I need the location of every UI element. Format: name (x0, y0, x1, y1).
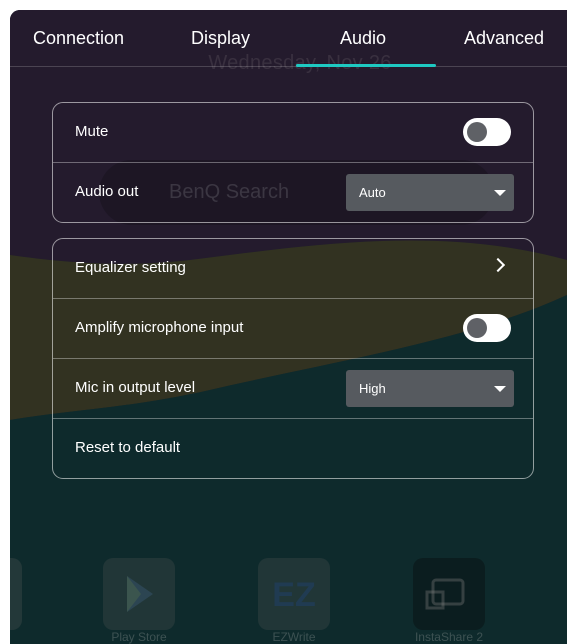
amplify-mic-toggle[interactable] (463, 314, 511, 342)
tab-display[interactable]: Display (191, 28, 250, 49)
caret-down-icon (494, 190, 506, 196)
mic-level-value: High (359, 381, 386, 396)
settings-tab-bar: Connection Display Audio Advanced (10, 10, 567, 67)
amplify-mic-row: Amplify microphone input (53, 298, 533, 358)
tab-advanced[interactable]: Advanced (464, 28, 544, 49)
audio-basic-card: Mute Audio out Auto (52, 102, 534, 223)
amplify-mic-label: Amplify microphone input (75, 319, 244, 336)
tab-audio[interactable]: Audio (340, 28, 386, 49)
equalizer-row[interactable]: Equalizer setting (53, 239, 533, 298)
mic-level-row: Mic in output level High (53, 358, 533, 418)
mic-level-label: Mic in output level (75, 379, 196, 396)
audio-out-row: Audio out Auto (53, 162, 533, 222)
reset-label: Reset to default (75, 439, 181, 456)
mute-label: Mute (75, 123, 109, 140)
toggle-knob (467, 122, 487, 142)
toggle-knob (467, 318, 487, 338)
audio-advanced-card: Equalizer setting Amplify microphone inp… (52, 238, 534, 479)
mic-level-select[interactable]: High (346, 370, 514, 407)
mute-row: Mute (53, 103, 533, 162)
settings-screen: Wednesday, Nov 26 BenQ Search Play Store… (10, 10, 567, 644)
audio-out-select[interactable]: Auto (346, 174, 514, 211)
tab-connection[interactable]: Connection (33, 28, 124, 49)
audio-out-label: Audio out (75, 183, 139, 200)
reset-row[interactable]: Reset to default (53, 418, 533, 478)
equalizer-label: Equalizer setting (75, 259, 186, 276)
audio-out-value: Auto (359, 185, 386, 200)
mute-toggle[interactable] (463, 118, 511, 146)
caret-down-icon (494, 386, 506, 392)
chevron-right-icon (490, 257, 506, 273)
active-tab-indicator (296, 64, 436, 67)
